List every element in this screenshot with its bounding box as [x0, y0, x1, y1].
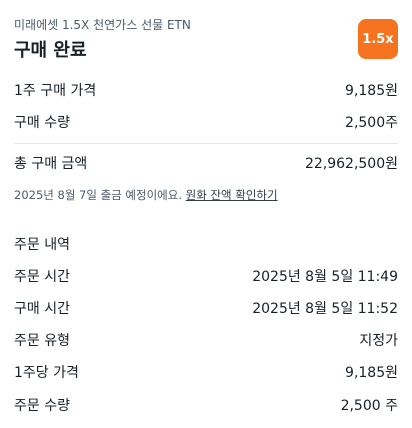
order-time-row: 주문 시간 2025년 8월 5일 11:49: [14, 266, 398, 286]
quantity-label: 구매 수량: [14, 115, 70, 131]
total-row: 총 구매 금액 22,962,500원: [14, 153, 398, 173]
check-balance-link[interactable]: 원화 잔액 확인하기: [186, 188, 278, 202]
order-type-label: 주문 유형: [14, 333, 70, 349]
order-type-row: 주문 유형 지정가: [14, 330, 398, 350]
order-time-label: 주문 시간: [14, 269, 70, 285]
withdrawal-notice: 2025년 8월 7일 출금 예정이에요. 원화 잔액 확인하기: [14, 187, 278, 203]
order-history-title: 주문 내역: [14, 237, 70, 253]
per-share-price-label: 1주당 가격: [14, 365, 79, 381]
total-value: 22,962,500원: [304, 156, 398, 172]
order-quantity-label: 주문 수량: [14, 398, 70, 414]
notice-text: 2025년 8월 7일 출금 예정이에요.: [14, 188, 182, 202]
divider: [14, 143, 398, 144]
per-share-price-row: 1주당 가격 9,185원: [14, 362, 398, 382]
order-quantity-row: 주문 수량 2,500 주: [14, 395, 398, 415]
leverage-badge: 1.5x: [358, 19, 398, 59]
price-label: 1주 구매 가격: [14, 83, 97, 99]
purchase-time-row: 구매 시간 2025년 8월 5일 11:52: [14, 298, 398, 318]
per-share-price-value: 9,185원: [345, 365, 398, 381]
order-type-value: 지정가: [359, 333, 398, 349]
quantity-row: 구매 수량 2,500주: [14, 112, 398, 132]
price-value: 9,185원: [345, 83, 398, 99]
order-quantity-value: 2,500 주: [340, 398, 398, 414]
purchase-time-label: 구매 시간: [14, 301, 70, 317]
product-name: 미래에셋 1.5X 천연가스 선물 ETN: [14, 18, 191, 32]
quantity-value: 2,500주: [345, 115, 398, 131]
total-label: 총 구매 금액: [14, 156, 88, 172]
page-title: 구매 완료: [14, 40, 87, 61]
header: 미래에셋 1.5X 천연가스 선물 ETN 구매 완료 1.5x: [14, 16, 398, 64]
purchase-time-value: 2025년 8월 5일 11:52: [252, 301, 398, 317]
price-row: 1주 구매 가격 9,185원: [14, 80, 398, 100]
order-time-value: 2025년 8월 5일 11:49: [252, 269, 398, 285]
